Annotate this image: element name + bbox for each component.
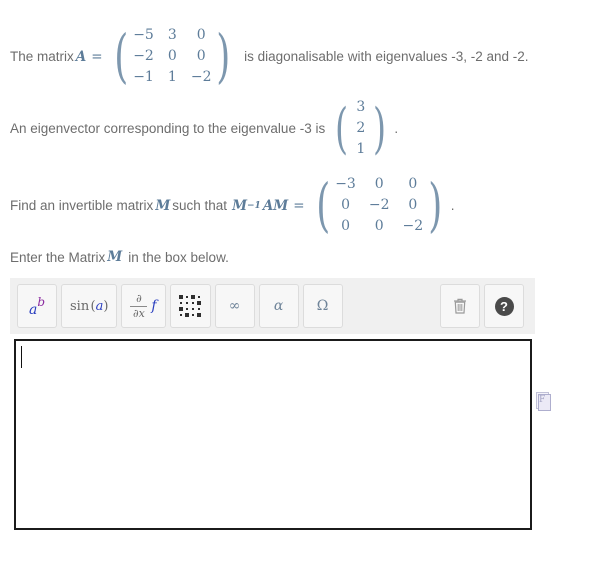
help-button[interactable]: ? <box>484 284 524 328</box>
line3-am: AM <box>262 197 289 214</box>
matrix-d-cell: −2 <box>402 217 424 234</box>
line1-prefix: The matrix <box>10 48 74 64</box>
matrix-a-cell: 0 <box>196 47 206 64</box>
matrix-d-grid: −3 0 0 0 −2 0 0 0 −2 <box>334 175 424 237</box>
line2-period: . <box>394 120 399 136</box>
matrix-d-cell: 0 <box>374 176 384 192</box>
matrix-d-cell: 0 <box>341 217 350 234</box>
trash-icon <box>452 297 468 315</box>
prompt-before: Enter the Matrix <box>10 249 106 265</box>
statement-line-1: The matrix A = ( −5 3 0 −2 0 0 −1 1 −2 )… <box>10 26 529 88</box>
matrix-a-left-paren: ( <box>113 22 128 91</box>
statement-line-3: Find an invertible matrix M such that M −… <box>10 175 455 237</box>
infinity-button[interactable]: ∞ <box>214 284 255 328</box>
matrix-a-grid: −5 3 0 −2 0 0 −1 1 −2 <box>132 26 212 88</box>
matrix-a-cell: −2 <box>190 68 212 85</box>
matrix-a: ( −5 3 0 −2 0 0 −1 1 −2 ) <box>110 26 236 88</box>
matrix-d-left-paren: ( <box>315 171 330 240</box>
eigenvector-cell: 1 <box>356 140 366 157</box>
eigenvector: ( 3 2 1 ) <box>331 98 390 160</box>
infinity-icon: ∞ <box>228 298 241 314</box>
derivative-function-label: f <box>151 298 157 314</box>
derivative-denominator: ∂x <box>132 306 145 320</box>
eigenvector-cell: 3 <box>356 99 366 115</box>
matrix-a-cell: 0 <box>167 47 177 64</box>
matrix-a-cell: 3 <box>167 27 177 43</box>
matrix-a-right-paren: ) <box>216 22 231 91</box>
prompt-after: in the box below. <box>128 249 229 265</box>
derivative-fraction: ∂ ∂x <box>130 291 148 320</box>
line1-suffix: is diagonalisable with eigenvalues -3, -… <box>244 48 529 64</box>
document-icon-letter: F <box>539 395 546 405</box>
matrix-button[interactable] <box>169 284 211 328</box>
line3-variable-m: M <box>155 197 171 214</box>
line1-equals: = <box>91 48 103 65</box>
sin-arg-label: a <box>95 298 104 314</box>
matrix-d-cell: −3 <box>335 176 356 192</box>
math-editor-toolbar: ab sin (a) ∂ ∂x f ∞ α Ω ? <box>10 278 535 334</box>
matrix-a-cell: −2 <box>133 47 154 64</box>
prompt-variable-m: M <box>107 249 123 265</box>
exponent-power: b <box>37 295 46 309</box>
derivative-numerator: ∂ <box>136 291 142 305</box>
matrix-a-cell: −1 <box>133 68 154 85</box>
eigenvector-grid: 3 2 1 <box>352 98 369 160</box>
help-circle-icon: ? <box>494 296 514 316</box>
matrix-d-cell: 0 <box>408 196 418 213</box>
matrix-d-cell: 0 <box>341 196 350 213</box>
answer-prompt: Enter the Matrix M in the box below. <box>10 249 229 265</box>
a-superscript-b-icon: ab <box>29 295 46 318</box>
line3-m-inverse: M <box>232 197 248 214</box>
trig-button[interactable]: sin (a) <box>61 284 118 328</box>
text-caret <box>21 346 22 368</box>
line3-prefix: Find an invertible matrix <box>10 197 154 213</box>
partial-derivative-icon: ∂ ∂x f <box>130 291 157 320</box>
question-page: The matrix A = ( −5 3 0 −2 0 0 −1 1 −2 )… <box>0 0 615 564</box>
derivative-button[interactable]: ∂ ∂x f <box>121 284 166 328</box>
matrix-a-cell: 0 <box>196 27 206 43</box>
delete-button[interactable] <box>440 284 480 328</box>
line3-inverse-exponent: −1 <box>247 200 261 211</box>
document-icon[interactable]: F <box>536 392 553 413</box>
answer-input[interactable] <box>14 339 532 530</box>
matrix-d-cell: 0 <box>374 217 384 234</box>
line3-period: . <box>450 197 455 213</box>
omega-icon: Ω <box>316 298 329 314</box>
matrix-a-cell: 1 <box>167 68 177 85</box>
alpha-icon: α <box>273 298 284 314</box>
matrix-d-right-paren: ) <box>428 171 443 240</box>
greek-alpha-button[interactable]: α <box>258 284 299 328</box>
statement-line-2: An eigenvector corresponding to the eige… <box>10 98 398 160</box>
line2-prefix: An eigenvector corresponding to the eige… <box>10 120 326 136</box>
greek-omega-button[interactable]: Ω <box>302 284 343 328</box>
eigenvector-left-paren: ( <box>335 96 349 160</box>
matrix-d-cell: −2 <box>368 196 390 213</box>
eigenvector-cell: 2 <box>356 119 366 136</box>
line3-middle: such that <box>172 197 228 213</box>
line1-variable-a: A <box>75 48 87 65</box>
exponent-button[interactable]: ab <box>17 284 57 328</box>
line3-equals: = <box>293 197 305 214</box>
sin-icon: sin (a) <box>70 298 109 314</box>
eigenvector-right-paren: ) <box>373 96 387 160</box>
matrix-a-cell: −5 <box>133 27 154 43</box>
matrix-d-cell: 0 <box>408 176 418 192</box>
sin-fn-label: sin <box>70 298 90 314</box>
matrix-grid-icon <box>179 295 202 318</box>
matrix-d: ( −3 0 0 0 −2 0 0 0 −2 ) <box>312 175 447 237</box>
